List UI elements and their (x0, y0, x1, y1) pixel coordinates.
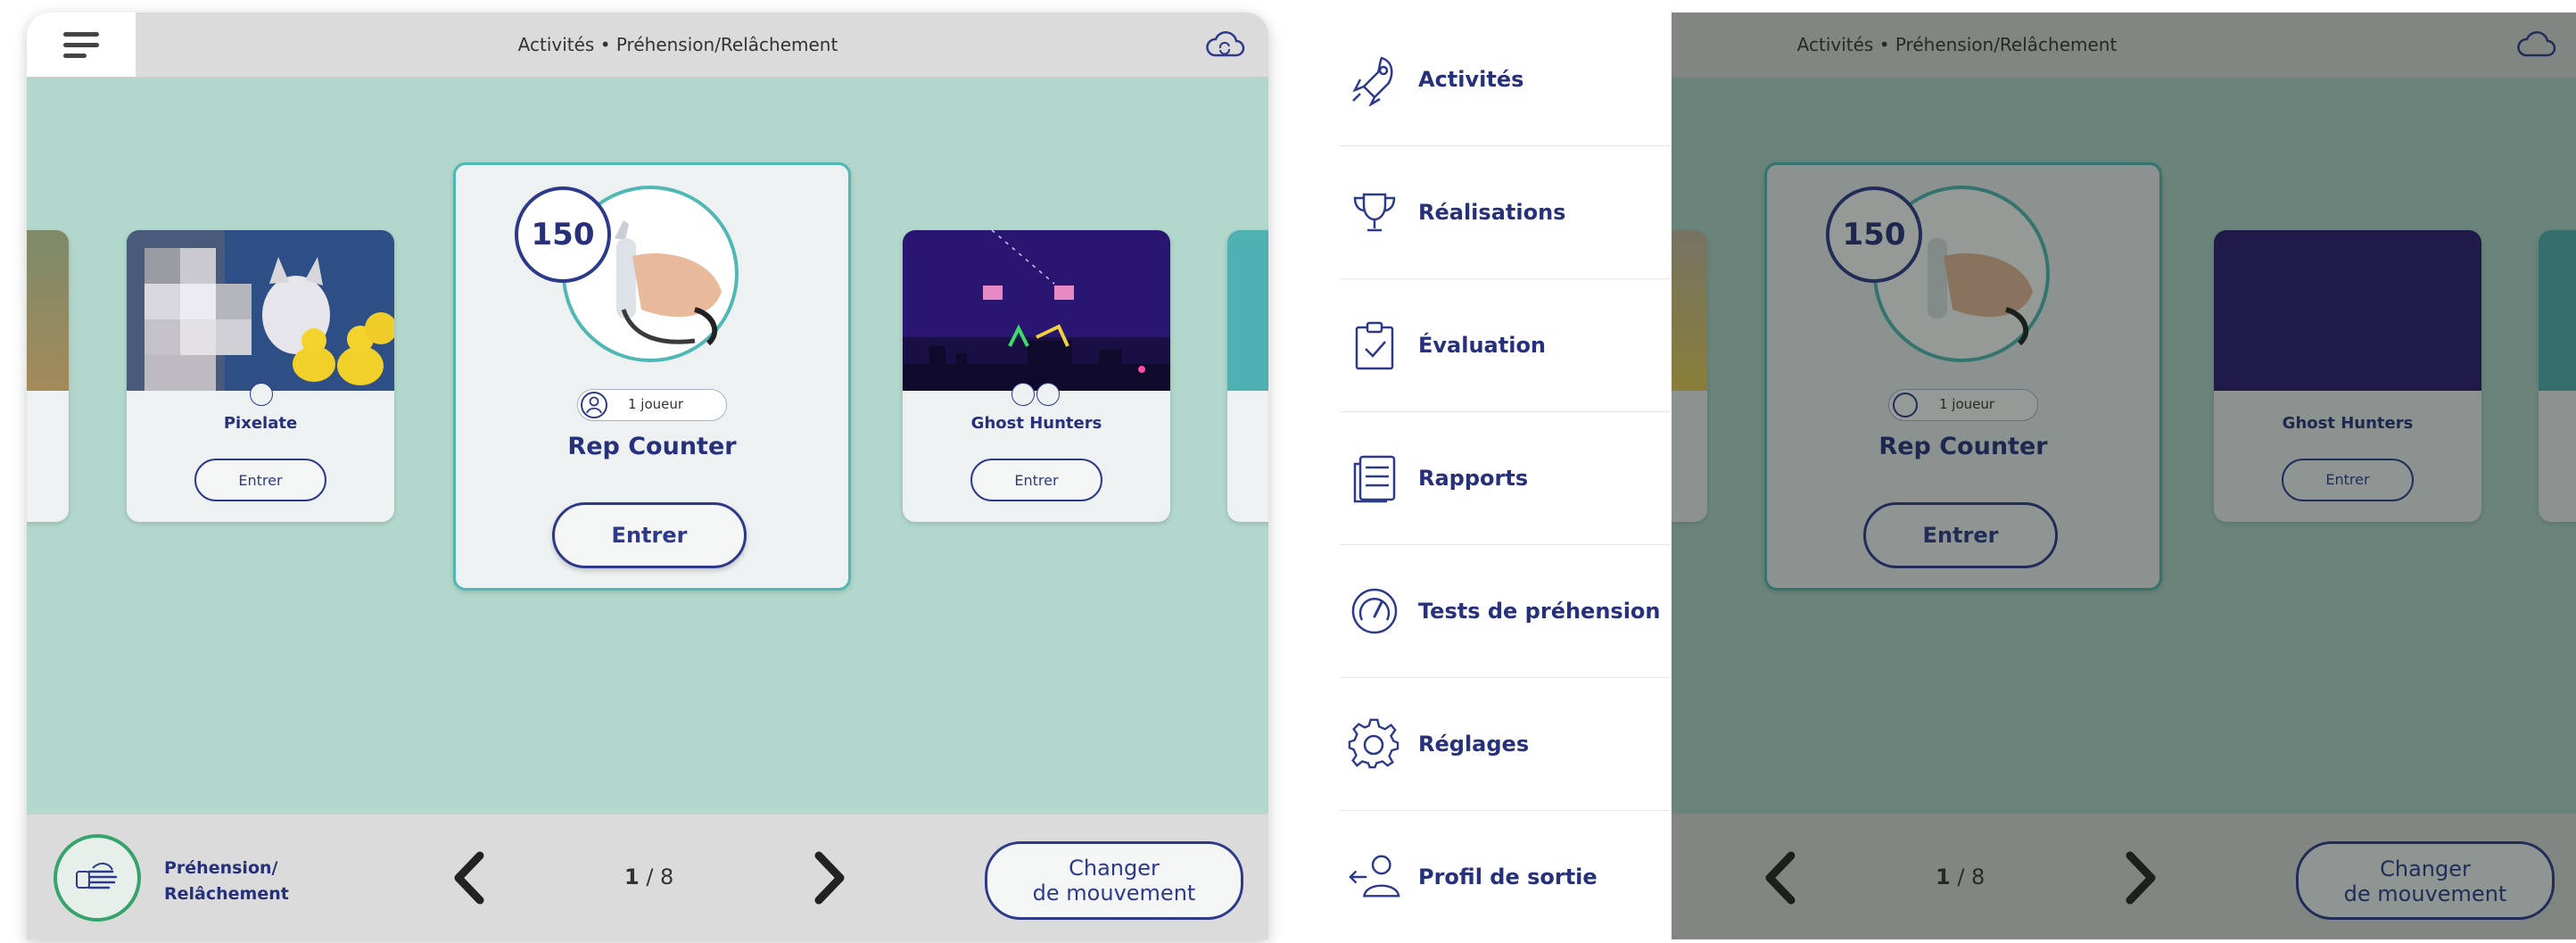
menu-item-tests-prehension[interactable]: Tests de préhension (1340, 544, 1670, 678)
menu-label: Réalisations (1418, 199, 1566, 225)
activity-card-rep-counter[interactable]: 150 1 joueur Rep Counter Entrer (453, 162, 851, 591)
page-total: / 8 (646, 864, 674, 889)
players-label: 1 joueur (628, 396, 684, 412)
page-title: Activités • Préhension/Relâchement (517, 34, 838, 55)
menu-label: Tests de préhension (1418, 598, 1661, 624)
enter-button-pixelate[interactable]: Entrer (194, 459, 326, 501)
menu-item-evaluation[interactable]: Évaluation (1340, 278, 1670, 412)
menu-item-rapports[interactable]: Rapports (1340, 411, 1670, 545)
menu-label: Réglages (1418, 731, 1530, 757)
menu-label: Rapports (1418, 465, 1529, 491)
movement-label-line1: Préhension/ (164, 858, 278, 878)
movement-icon (54, 834, 141, 922)
card-title: Ghost Hunters (970, 414, 1102, 433)
menu-item-profil-sortie[interactable]: Profil de sortie (1340, 810, 1670, 943)
card-title: Pixelate (223, 414, 298, 433)
logout-profile-icon (1347, 849, 1402, 905)
rep-count-badge: 150 (515, 186, 611, 283)
report-list-icon (1347, 451, 1402, 506)
bottom-bar: Préhension/ Relâchement 1 / 8 Changer de… (27, 813, 1268, 939)
multiplayer-icon (1036, 383, 1060, 406)
movement-label-line2: Relâchement (164, 884, 289, 904)
trophy-icon (1347, 185, 1402, 240)
menu-label: Activités (1418, 66, 1524, 92)
menu-label: Profil de sortie (1418, 864, 1598, 889)
menu-item-realisations[interactable]: Réalisations (1340, 145, 1670, 279)
enter-button-rep-counter[interactable]: Entrer (552, 502, 747, 568)
page-indicator: 1 / 8 (624, 864, 696, 889)
cloud-sync-icon[interactable] (1204, 30, 1245, 59)
main-screen: Activités • Préhension/Relâchement Pixel… (27, 12, 1268, 939)
hamburger-icon (63, 31, 99, 58)
menu-item-activites[interactable]: Activités (1340, 12, 1670, 146)
gauge-icon (1347, 583, 1402, 639)
activity-card-partial-right[interactable] (1227, 230, 1268, 522)
menu-backdrop-overlay[interactable] (1672, 12, 2576, 939)
next-page-button[interactable] (810, 850, 849, 906)
top-bar: Activités • Préhension/Relâchement (27, 12, 1268, 79)
player-icon (581, 392, 607, 418)
change-movement-line1: Changer (1069, 856, 1160, 881)
movement-label: Préhension/ Relâchement (164, 856, 289, 907)
hand-grip-icon (76, 863, 118, 889)
menu-label: Évaluation (1418, 332, 1547, 358)
page-current: 1 (624, 864, 640, 889)
activity-card-ghost-hunters[interactable]: Ghost Hunters Entrer (903, 230, 1170, 522)
hamburger-menu-button[interactable] (27, 12, 136, 77)
rocket-icon (1347, 52, 1402, 107)
change-movement-button[interactable]: Changer de mouvement (985, 841, 1243, 920)
menu-item-reglages[interactable]: Réglages (1340, 677, 1670, 811)
card-thumbnail (27, 230, 69, 391)
pixelate-thumbnail (127, 230, 394, 391)
ghost-hunters-thumbnail (903, 230, 1170, 391)
players-pill: 1 joueur (577, 389, 727, 421)
player-icon (1011, 383, 1035, 406)
previous-page-button[interactable] (450, 850, 489, 906)
enter-button-ghost-hunters[interactable]: Entrer (970, 459, 1102, 501)
card-title: Rep Counter (567, 433, 737, 460)
activity-card-partial-left[interactable] (27, 230, 69, 522)
side-menu: Activités Réalisations Évaluation Rappor… (1340, 0, 1670, 939)
change-movement-line2: de mouvement (1032, 881, 1196, 906)
activity-card-pixelate[interactable]: Pixelate Entrer (127, 230, 394, 522)
card-thumbnail (1227, 230, 1268, 391)
clipboard-check-icon (1347, 318, 1402, 373)
player-icon (250, 383, 273, 406)
gear-icon (1347, 716, 1402, 772)
